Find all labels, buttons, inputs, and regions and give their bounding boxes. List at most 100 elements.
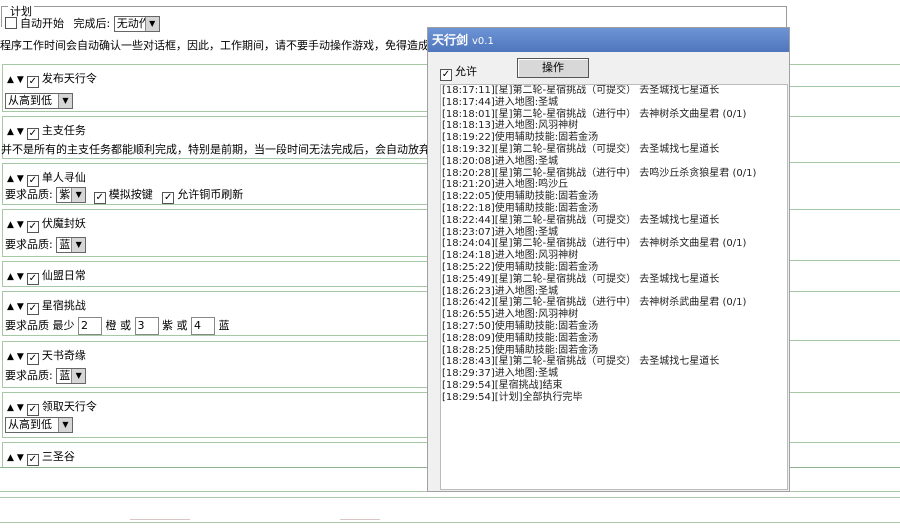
chevron-down-icon: ▼ <box>71 238 86 252</box>
task-panel-demon-sealing: ▲ ▼ ✓ 伏魔封妖 要求品质: 蓝 ▼ <box>2 209 428 257</box>
allow-checkbox[interactable]: ✓ <box>440 69 452 81</box>
log-entry: [18:17:11][星]第二轮-星宿挑战（可提交） 去圣城找七星道长 <box>442 85 720 96</box>
move-down-icon[interactable]: ▼ <box>17 352 24 362</box>
move-up-icon[interactable]: ▲ <box>7 453 14 463</box>
move-down-icon[interactable]: ▼ <box>17 403 24 413</box>
log-entry: [18:29:37]进入地图:圣城 <box>442 368 559 380</box>
log-entry: [18:26:42][星]第二轮-星宿挑战（进行中） 去神树杀武曲星君 (0/1… <box>442 297 747 309</box>
task-enable-checkbox[interactable]: ✓ <box>26 353 39 365</box>
log-entry: [18:27:50]使用辅助技能:固若金汤 <box>442 320 599 332</box>
decoration-mark <box>130 519 190 520</box>
purple-label: 紫 或 <box>162 319 188 332</box>
blue-label: 蓝 <box>218 319 230 332</box>
task-name: 伏魔封妖 <box>41 217 86 230</box>
requirement-label: 要求品质 最少 <box>5 319 75 332</box>
window-title: 天行剑 <box>432 33 469 47</box>
move-down-icon[interactable]: ▼ <box>17 127 24 137</box>
move-down-icon[interactable]: ▼ <box>17 453 24 463</box>
orange-count-input[interactable]: 2 <box>78 317 102 335</box>
window-titlebar[interactable]: 天行剑 v0.1 <box>428 28 789 52</box>
quality-select[interactable]: 蓝 ▼ <box>56 368 87 384</box>
task-enable-checkbox[interactable]: ✓ <box>26 76 39 88</box>
task-panel-main-quest: ▲ ▼ ✓ 主支任务 并不是所有的主支任务都能顺利完成，特别是前期，当一段时间无法完成… <box>1 116 430 159</box>
order-select[interactable]: 从高到低 ▼ <box>5 417 73 433</box>
log-entry: [18:23:07]进入地图:圣城 <box>442 226 559 238</box>
task-name: 三圣谷 <box>41 450 75 463</box>
move-up-icon[interactable]: ▲ <box>7 352 14 362</box>
log-entry: [18:20:08]进入地图:圣城 <box>442 155 559 167</box>
log-entry: [18:25:49][星]第二轮-星宿挑战（可提交） 去圣城找七星道长 <box>442 273 720 285</box>
task-name: 天书奇缘 <box>41 349 86 362</box>
log-entry: [18:19:22]使用辅助技能:固若金汤 <box>442 132 599 144</box>
log-entry: [18:20:28][星]第二轮-星宿挑战（进行中） 去鸣沙丘杀贪狼星君 (0/… <box>442 167 757 179</box>
simulate-key-label: 模拟按键 <box>108 188 153 201</box>
task-panel-heavenly-book: ▲ ▼ ✓ 天书奇缘 要求品质: 蓝 ▼ <box>2 341 428 388</box>
log-entry: [18:22:18]使用辅助技能:固若金汤 <box>442 202 599 214</box>
auto-start-label: 自动开始 <box>20 17 64 30</box>
move-down-icon[interactable]: ▼ <box>17 75 24 85</box>
operate-button[interactable]: 操作 <box>517 58 589 78</box>
simulate-key-checkbox[interactable]: ✓ <box>93 192 106 204</box>
allow-copper-refresh-checkbox[interactable]: ✓ <box>162 192 175 204</box>
move-up-icon[interactable]: ▲ <box>7 220 14 230</box>
tianxingjian-window: 天行剑 v0.1 ✓ 允许 操作 [18:17:11][星]第二轮-星宿挑战（可提交… <box>427 27 790 492</box>
log-entry: [18:18:13]进入地图:风羽神树 <box>442 120 579 132</box>
warning-text: 程序工作时间会自动确认一些对话框，因此，工作期间，请不要手动操作游戏，免得造成意 <box>0 39 440 52</box>
task-note: 并不是所有的主支任务都能顺利完成，特别是前期，当一段时间无法完成后，会自动放弃 <box>1 143 430 156</box>
task-panel-publish-order: ▲ ▼ ✓ 发布天行令 从高到低 ▼ <box>2 64 428 112</box>
task-name: 发布天行令 <box>41 72 97 85</box>
quality-select[interactable]: 紫 ▼ <box>56 187 87 203</box>
auto-start-checkbox[interactable] <box>5 17 17 29</box>
move-up-icon[interactable]: ▲ <box>7 75 14 85</box>
task-panel-alliance-daily: ▲ ▼ ✓ 仙盟日常 <box>2 261 428 287</box>
task-enable-checkbox[interactable]: ✓ <box>26 303 39 315</box>
task-enable-checkbox[interactable]: ✓ <box>26 404 39 416</box>
quality-label: 要求品质: <box>5 188 53 201</box>
task-panel-three-saints-valley: ▲ ▼ ✓ 三圣谷 <box>2 442 428 468</box>
log-entry: [18:29:54][星宿挑战]结束 <box>442 379 563 391</box>
quality-select[interactable]: 蓝 ▼ <box>56 237 87 253</box>
allow-label: 允许 <box>455 65 477 78</box>
task-name: 单人寻仙 <box>41 171 86 184</box>
order-select[interactable]: 从高到低 ▼ <box>5 93 73 109</box>
task-enable-checkbox[interactable]: ✓ <box>26 221 39 233</box>
chevron-down-icon: ▼ <box>71 188 86 202</box>
task-panel-solo-immortal: ▲ ▼ ✓ 单人寻仙 要求品质: 紫 ▼ ✓ 模拟按键 ✓ 允许铜币刷新 <box>2 163 428 205</box>
log-entry: [18:25:22]使用辅助技能:固若金汤 <box>442 261 599 273</box>
purple-count-input[interactable]: 3 <box>134 317 159 335</box>
divider <box>0 497 900 498</box>
task-enable-checkbox[interactable]: ✓ <box>26 273 39 285</box>
task-enable-checkbox[interactable]: ✓ <box>26 128 39 140</box>
blue-count-input[interactable]: 4 <box>191 317 215 335</box>
quality-label: 要求品质: <box>5 238 53 251</box>
orange-label: 橙 或 <box>105 319 132 332</box>
move-down-icon[interactable]: ▼ <box>17 220 24 230</box>
move-up-icon[interactable]: ▲ <box>7 174 14 184</box>
task-name: 领取天行令 <box>41 400 97 413</box>
right-panel-edges <box>790 64 900 464</box>
move-up-icon[interactable]: ▲ <box>7 302 14 312</box>
allow-copper-refresh-label: 允许铜币刷新 <box>177 188 244 201</box>
log-entry: [18:22:44][星]第二轮-星宿挑战（可提交） 去圣城找七星道长 <box>442 214 720 226</box>
log-entry: [18:26:23]进入地图:圣城 <box>442 285 559 297</box>
move-down-icon[interactable]: ▼ <box>17 302 24 312</box>
log-entry: [18:26:55]进入地图:风羽神树 <box>442 309 579 321</box>
log-entry: [18:22:05]使用辅助技能:固若金汤 <box>442 191 599 203</box>
move-up-icon[interactable]: ▲ <box>7 127 14 137</box>
log-entry: [18:19:32][星]第二轮-星宿挑战（可提交） 去圣城找七星道长 <box>442 143 720 155</box>
task-enable-checkbox[interactable]: ✓ <box>26 454 39 466</box>
move-up-icon[interactable]: ▲ <box>7 272 14 282</box>
move-down-icon[interactable]: ▼ <box>17 272 24 282</box>
chevron-down-icon: ▼ <box>58 94 72 108</box>
divider <box>0 522 900 523</box>
task-panel-star-challenge: ▲ ▼ ✓ 星宿挑战 要求品质 最少 2 橙 或 3 紫 或 4 蓝 <box>2 291 428 336</box>
log-list[interactable]: [18:17:11][星]第二轮-星宿挑战（可提交） 去圣城找七星道长 [18:1… <box>440 84 788 490</box>
window-version: v0.1 <box>472 36 494 47</box>
move-down-icon[interactable]: ▼ <box>17 174 24 184</box>
task-name: 星宿挑战 <box>41 299 86 312</box>
log-entry: [18:28:25]使用辅助技能:固若金汤 <box>442 344 599 356</box>
move-up-icon[interactable]: ▲ <box>7 403 14 413</box>
quality-label: 要求品质: <box>5 369 53 382</box>
log-entry: [18:21:20]进入地图:鸣沙丘 <box>442 179 569 191</box>
after-complete-select[interactable]: 无动作 ▼ <box>113 16 160 32</box>
